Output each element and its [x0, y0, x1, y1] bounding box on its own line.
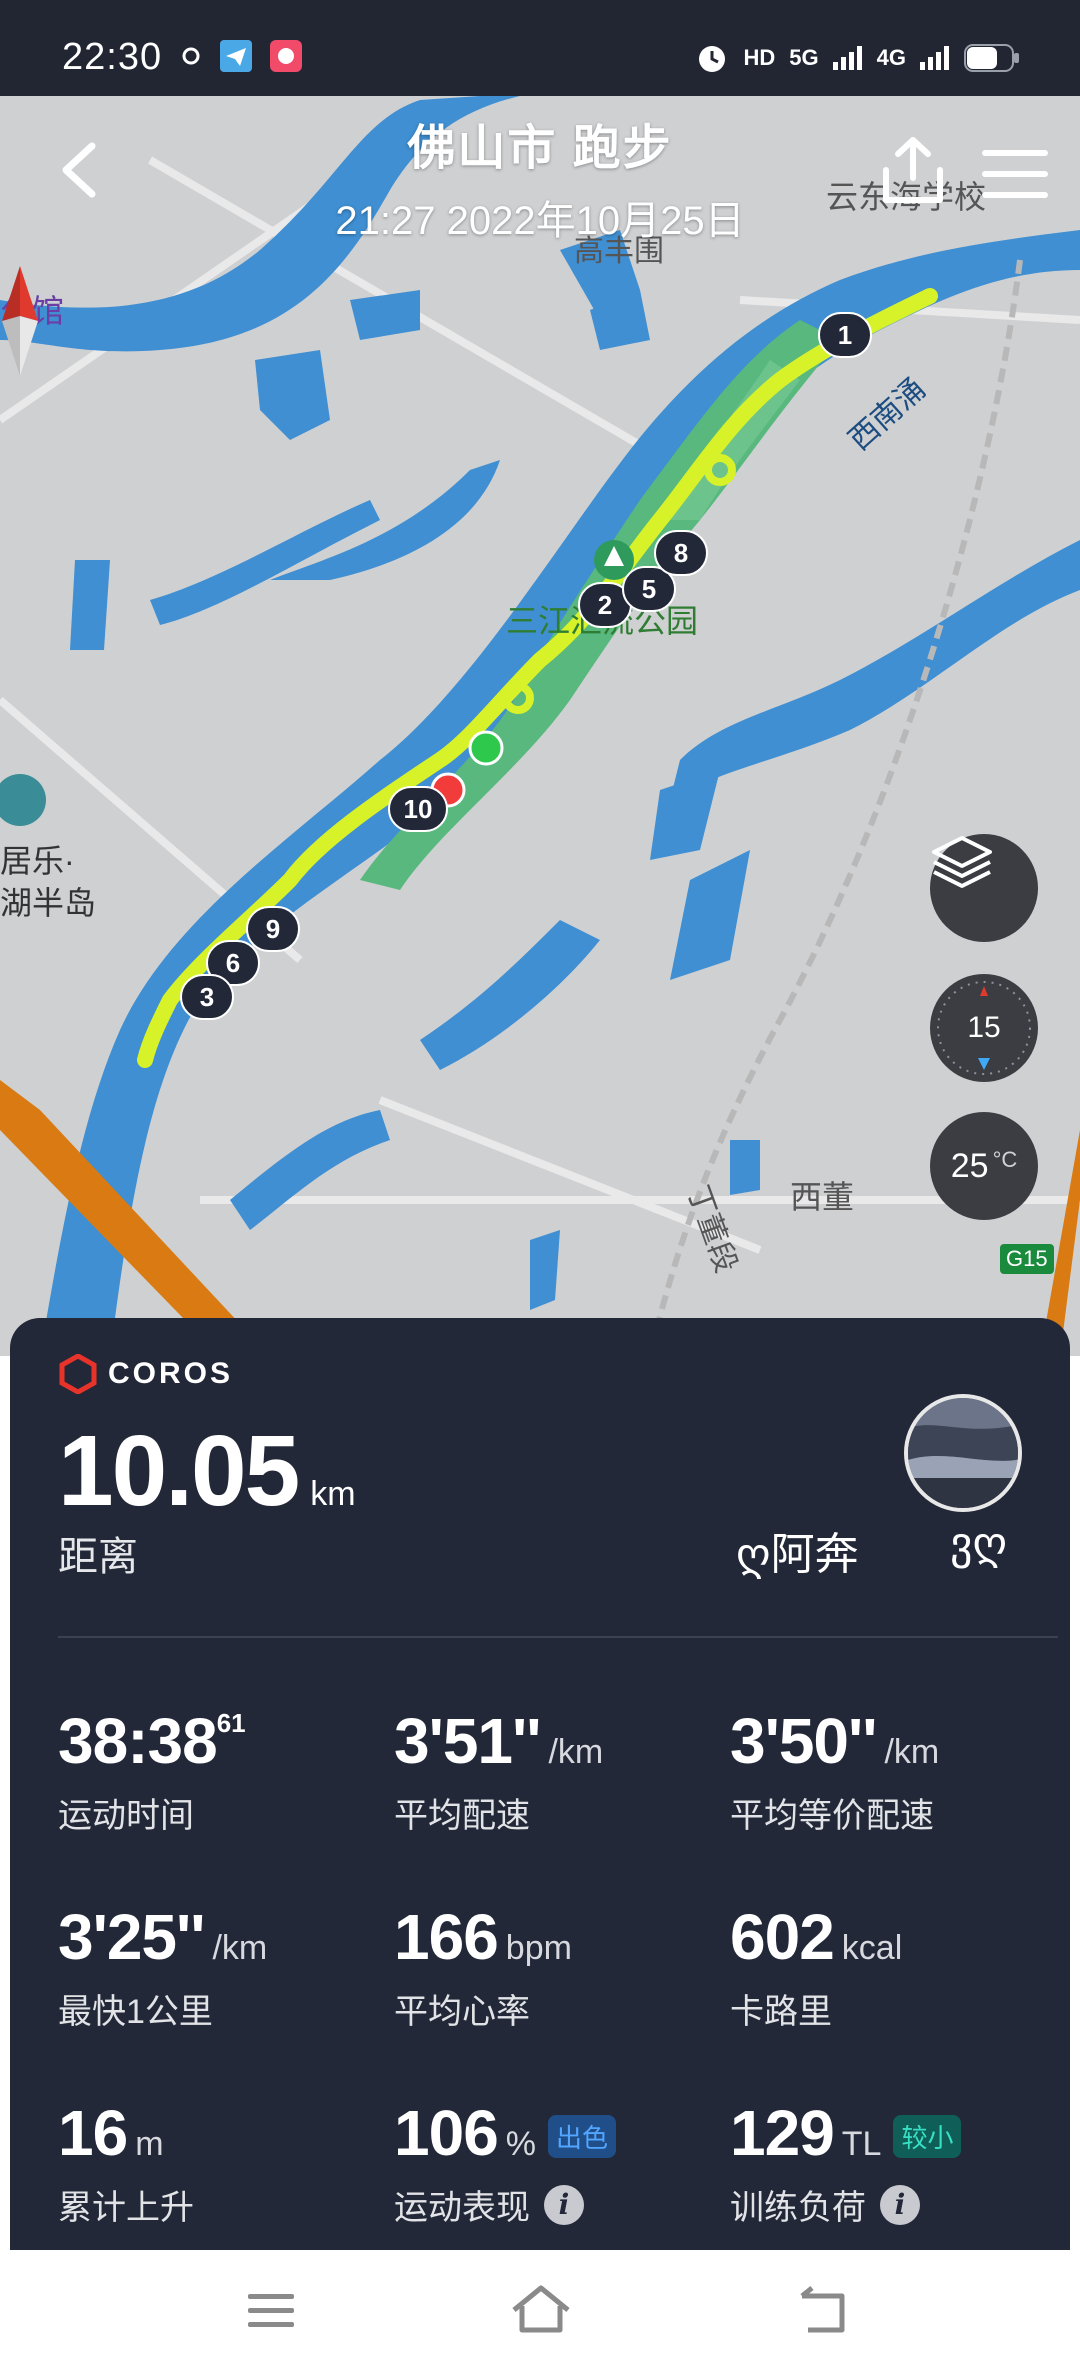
app-notification-icon: [270, 40, 302, 72]
distance-value: 10.05: [58, 1415, 300, 1527]
map-label-island-1: 居乐·: [0, 843, 75, 879]
brand-logo: COROS: [58, 1354, 233, 1394]
metric-duration: 38:38 61 运动时间: [58, 1705, 246, 1835]
username-suffix: ვღ: [950, 1519, 1008, 1568]
battery-icon: [964, 44, 1019, 72]
avatar[interactable]: [904, 1394, 1022, 1512]
metric-avg-pace: 3'51''/km 平均配速: [394, 1705, 604, 1835]
info-icon[interactable]: i: [880, 2184, 920, 2225]
temperature-badge: 25 °C: [930, 1112, 1038, 1220]
compass-value: 15: [967, 1011, 1001, 1044]
system-nav-bar: [0, 2250, 1080, 2376]
4g-signal-icon: 4G: [876, 45, 906, 70]
map-label-island-2: 湖半岛: [0, 885, 97, 921]
sync-icon: [182, 47, 200, 65]
distance-label: 距离: [58, 1535, 138, 1579]
username: ღ阿奔: [736, 1530, 859, 1579]
highway-shield: G15: [1000, 1244, 1054, 1274]
training-load-badge: 较小: [893, 2115, 962, 2158]
metric-training-load: 129 TL 较小 训练负荷 i: [730, 2096, 1060, 2229]
metric-calories: 602 kcal 卡路里: [730, 1901, 903, 2031]
signal-bars-icon: [920, 46, 949, 70]
metric-performance: 106% 出色 运动表现 i: [394, 2096, 724, 2229]
info-icon[interactable]: i: [544, 2184, 584, 2225]
share-icon[interactable]: [878, 134, 948, 208]
status-bar: 22:30 HD 5G 4G: [0, 0, 1080, 96]
status-icons-right: HD 5G 4G: [694, 40, 1021, 76]
signal-bars-icon: [832, 46, 862, 70]
temperature-unit: °C: [992, 1147, 1018, 1172]
activity-summary-card: COROS 10.05 km 距离 ღ阿奔 ვღ 38:38 61 运动时间 3'…: [10, 1318, 1070, 2258]
metric-avg-heart-rate: 166 bpm 平均心率: [394, 1901, 572, 2031]
map-canvas: [0, 96, 1080, 1356]
alarm-icon: [698, 46, 725, 72]
home-icon[interactable]: [506, 2280, 576, 2340]
map-layers-button[interactable]: [930, 834, 1038, 942]
recent-apps-icon[interactable]: [236, 2280, 306, 2340]
distance-unit: km: [310, 1475, 356, 1513]
back-icon[interactable]: [788, 2280, 858, 2340]
brand-name: COROS: [108, 1357, 234, 1390]
north-arrow-icon: [2, 266, 38, 376]
coros-logo-icon: [59, 1354, 97, 1394]
metric-elevation-gain: 16 m 累计上升: [58, 2097, 194, 2227]
map-compass-button[interactable]: 15: [930, 974, 1038, 1082]
menu-icon[interactable]: [980, 146, 1050, 202]
status-icons-left: [180, 40, 302, 72]
status-time: 22:30: [62, 36, 163, 78]
map-label-xidong: 西董: [790, 1179, 855, 1215]
route-map[interactable]: 云东海学校 高丰围 西南涌 三江汇流公园 公馆 居乐· 湖半岛 西董 丁董段 G…: [0, 96, 1080, 1356]
performance-badge: 出色: [548, 2115, 617, 2158]
5g-signal-icon: 5G: [789, 45, 819, 70]
divider: [58, 1636, 1058, 1638]
metric-avg-grade-adjusted-pace: 3'50''/km 平均等价配速: [730, 1705, 940, 1835]
hd-icon: HD: [743, 45, 776, 70]
metric-fastest-km: 3'25''/km 最快1公里: [58, 1901, 268, 2031]
temperature-value: 25: [950, 1146, 989, 1185]
avatar-image: [908, 1398, 1018, 1508]
layers-icon: [932, 836, 992, 888]
distance-display: 10.05 km: [58, 1414, 356, 1529]
telegram-icon: [220, 40, 252, 72]
